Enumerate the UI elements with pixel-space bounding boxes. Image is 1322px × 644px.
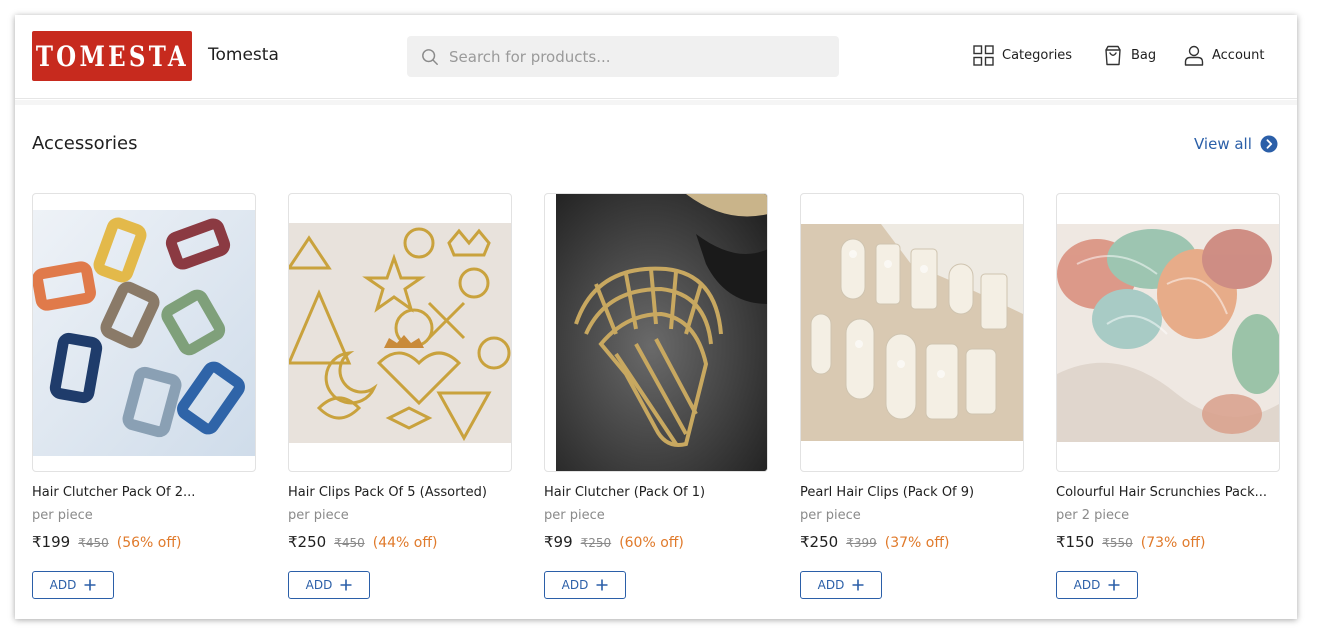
plus-icon xyxy=(852,579,864,591)
price-row: ₹250 ₹399 (37% off) xyxy=(800,533,949,551)
top-header: TOMESTA Tomesta Categories xyxy=(15,15,1297,99)
product-price: ₹99 xyxy=(544,533,573,551)
product-image[interactable] xyxy=(544,193,768,472)
product-card[interactable]: Pearl Hair Clips (Pack Of 9) per piece ₹… xyxy=(800,193,1024,599)
product-name[interactable]: Colourful Hair Scrunchies Pack... xyxy=(1056,485,1280,500)
product-price: ₹250 xyxy=(800,533,839,551)
product-discount: (44% off) xyxy=(372,535,438,551)
header-divider xyxy=(15,100,1297,105)
brand-logo[interactable]: TOMESTA xyxy=(32,31,192,81)
product-unit: per 2 piece xyxy=(1056,508,1130,523)
product-discount: (37% off) xyxy=(884,535,950,551)
product-image[interactable] xyxy=(288,193,512,472)
add-button-label: ADD xyxy=(1073,578,1101,592)
nav-account-label: Account xyxy=(1212,48,1265,63)
chevron-right-icon xyxy=(1260,135,1278,153)
product-image[interactable] xyxy=(1056,193,1280,472)
product-card[interactable]: Hair Clutcher Pack Of 2... per piece ₹19… xyxy=(32,193,256,599)
product-image[interactable] xyxy=(32,193,256,472)
add-to-bag-button[interactable]: ADD xyxy=(800,571,882,599)
search-bar[interactable] xyxy=(407,36,839,77)
plus-icon xyxy=(84,579,96,591)
product-name[interactable]: Pearl Hair Clips (Pack Of 9) xyxy=(800,485,1024,500)
nav-categories[interactable]: Categories xyxy=(973,45,1072,66)
hair-clutchers-photo xyxy=(33,210,255,456)
product-mrp: ₹399 xyxy=(846,536,877,550)
bag-icon xyxy=(1105,45,1121,66)
product-price: ₹150 xyxy=(1056,533,1095,551)
plus-icon xyxy=(1108,579,1120,591)
product-image[interactable] xyxy=(800,193,1024,472)
add-button-label: ADD xyxy=(561,578,589,592)
add-button-label: ADD xyxy=(817,578,845,592)
metal-hair-clutcher-photo xyxy=(556,194,767,471)
price-row: ₹250 ₹450 (44% off) xyxy=(288,533,437,551)
view-all-link[interactable]: View all xyxy=(1194,135,1278,153)
product-discount: (56% off) xyxy=(116,535,182,551)
hair-clips-photo xyxy=(289,223,511,443)
price-row: ₹99 ₹250 (60% off) xyxy=(544,533,684,551)
add-to-bag-button[interactable]: ADD xyxy=(544,571,626,599)
add-button-label: ADD xyxy=(49,578,77,592)
price-row: ₹199 ₹450 (56% off) xyxy=(32,533,181,551)
plus-icon xyxy=(340,579,352,591)
price-row: ₹150 ₹550 (73% off) xyxy=(1056,533,1205,551)
product-name[interactable]: Hair Clips Pack Of 5 (Assorted) xyxy=(288,485,512,500)
brand-name: Tomesta xyxy=(208,45,279,65)
add-to-bag-button[interactable]: ADD xyxy=(288,571,370,599)
nav-bag[interactable]: Bag xyxy=(1103,45,1156,66)
search-icon xyxy=(422,48,438,65)
product-price: ₹250 xyxy=(288,533,327,551)
product-mrp: ₹450 xyxy=(334,536,365,550)
plus-icon xyxy=(596,579,608,591)
product-card[interactable]: Hair Clutcher (Pack Of 1) per piece ₹99 … xyxy=(544,193,768,599)
add-button-label: ADD xyxy=(305,578,333,592)
logo-text: TOMESTA xyxy=(35,39,189,73)
add-to-bag-button[interactable]: ADD xyxy=(1056,571,1138,599)
nav-categories-label: Categories xyxy=(1002,48,1073,63)
product-mrp: ₹450 xyxy=(78,536,109,550)
app-window: TOMESTA Tomesta Categories xyxy=(15,15,1297,619)
view-all-label: View all xyxy=(1194,135,1252,153)
product-price: ₹199 xyxy=(32,533,71,551)
product-card[interactable]: Hair Clips Pack Of 5 (Assorted) per piec… xyxy=(288,193,512,599)
scrunchies-photo xyxy=(1057,224,1279,442)
pearl-hair-clips-photo xyxy=(801,224,1023,441)
add-to-bag-button[interactable]: ADD xyxy=(32,571,114,599)
section-title: Accessories xyxy=(32,133,138,154)
search-input[interactable] xyxy=(449,47,829,66)
product-name[interactable]: Hair Clutcher (Pack Of 1) xyxy=(544,485,768,500)
product-unit: per piece xyxy=(800,508,861,523)
product-discount: (73% off) xyxy=(1140,535,1206,551)
grid-icon xyxy=(973,45,994,66)
product-card[interactable]: Colourful Hair Scrunchies Pack... per 2 … xyxy=(1056,193,1280,599)
nav-bag-label: Bag xyxy=(1131,48,1157,63)
product-mrp: ₹550 xyxy=(1102,536,1133,550)
user-icon xyxy=(1184,45,1204,66)
product-unit: per piece xyxy=(544,508,605,523)
product-discount: (60% off) xyxy=(619,535,684,551)
product-mrp: ₹250 xyxy=(580,536,612,550)
product-unit: per piece xyxy=(288,508,349,523)
product-unit: per piece xyxy=(32,508,93,523)
product-name[interactable]: Hair Clutcher Pack Of 2... xyxy=(32,485,256,500)
nav-account[interactable]: Account xyxy=(1184,45,1265,66)
